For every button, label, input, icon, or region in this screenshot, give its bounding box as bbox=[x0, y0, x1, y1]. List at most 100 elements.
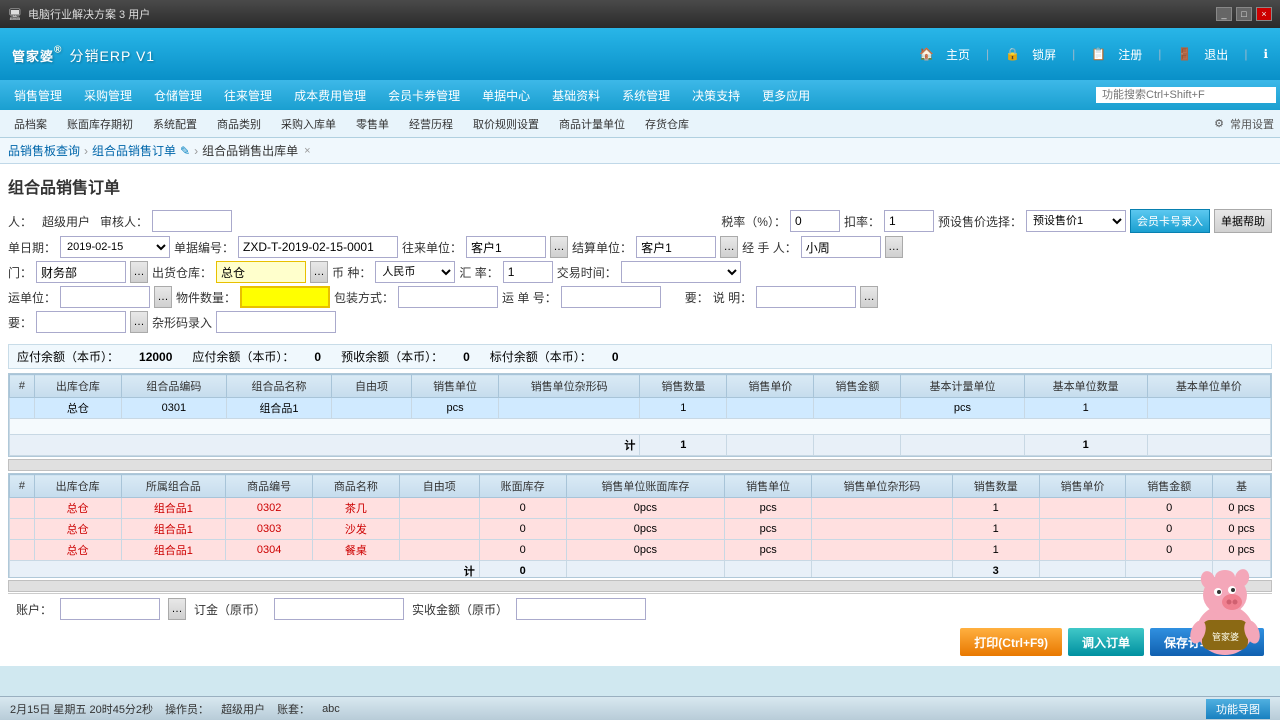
toolbar-product-archive[interactable]: 品档案 bbox=[6, 114, 55, 134]
dept-btn[interactable]: … bbox=[130, 261, 148, 283]
to-unit-input[interactable] bbox=[466, 236, 546, 258]
lower-td-num-3 bbox=[10, 540, 35, 561]
close-btn[interactable]: × bbox=[1256, 7, 1272, 21]
nav-transactions[interactable]: 往来管理 bbox=[214, 83, 282, 108]
nav-member[interactable]: 会员卡券管理 bbox=[378, 83, 470, 108]
status-account-label: 账套： bbox=[277, 701, 310, 717]
lower-th-sale-unit-code: 销售单位杂形码 bbox=[812, 475, 953, 498]
nav-sales[interactable]: 销售管理 bbox=[4, 83, 72, 108]
upper-td-sale-price bbox=[727, 398, 814, 419]
order-num-input[interactable] bbox=[238, 236, 398, 258]
lower-td-unit-stock-3: 0pcs bbox=[566, 540, 725, 561]
remark-btn[interactable]: … bbox=[860, 286, 878, 308]
print-btn[interactable]: 打印(Ctrl+F9) bbox=[960, 628, 1062, 656]
upper-table-footer: 计 1 1 bbox=[10, 435, 1271, 456]
operator-person-input[interactable] bbox=[801, 236, 881, 258]
remark-abbr-label: 要： bbox=[685, 289, 709, 306]
nav-more[interactable]: 更多应用 bbox=[752, 83, 820, 108]
maximize-btn[interactable]: □ bbox=[1236, 7, 1252, 21]
nav-purchase[interactable]: 采购管理 bbox=[74, 83, 142, 108]
settle-unit-input[interactable] bbox=[636, 236, 716, 258]
breadcrumb-combo-sales[interactable]: 组合品销售订单 bbox=[92, 142, 176, 159]
barcode-input[interactable] bbox=[216, 311, 336, 333]
remark2-btn[interactable]: … bbox=[130, 311, 148, 333]
help-btn[interactable]: 单据帮助 bbox=[1214, 209, 1272, 233]
remark2-input[interactable] bbox=[36, 311, 126, 333]
actual-amount-input[interactable] bbox=[516, 598, 646, 620]
breadcrumb-close-btn[interactable]: × bbox=[304, 145, 310, 157]
toolbar-sys-config[interactable]: 系统配置 bbox=[145, 114, 205, 134]
receivable-label: 应付余额（本币）： bbox=[192, 348, 294, 365]
pack-method-input[interactable] bbox=[398, 286, 498, 308]
upper-th-base-price: 基本单位单价 bbox=[1147, 375, 1270, 398]
currency-select[interactable]: 人民币 bbox=[375, 261, 455, 283]
home-link[interactable]: 主页 bbox=[946, 46, 970, 63]
warehouse-input[interactable] bbox=[216, 261, 306, 283]
nav-orders[interactable]: 单据中心 bbox=[472, 83, 540, 108]
ship-unit-btn[interactable]: … bbox=[154, 286, 172, 308]
nav-basic[interactable]: 基础资料 bbox=[542, 83, 610, 108]
dept-input[interactable] bbox=[36, 261, 126, 283]
pending-value: 0 bbox=[612, 350, 619, 364]
nav-system[interactable]: 系统管理 bbox=[612, 83, 680, 108]
logout-link[interactable]: 退出 bbox=[1204, 46, 1228, 63]
minimize-btn[interactable]: _ bbox=[1216, 7, 1232, 21]
settle-unit-btn[interactable]: … bbox=[720, 236, 738, 258]
upper-table: # 出库仓库 组合品编码 组合品名称 自由项 销售单位 销售单位杂形码 销售数量… bbox=[9, 374, 1271, 456]
date-select[interactable]: 2019-02-15 bbox=[60, 236, 170, 258]
lower-table-row-3[interactable]: 总仓 组合品1 0304 餐桌 0 0pcs pcs 1 0 0 pcs bbox=[10, 540, 1271, 561]
exchange-input[interactable] bbox=[503, 261, 553, 283]
window-icon: 🖥 bbox=[8, 8, 22, 21]
order-amount-input[interactable] bbox=[274, 598, 404, 620]
toolbar-account-init[interactable]: 账面库存期初 bbox=[59, 114, 141, 134]
nav-search-input[interactable] bbox=[1096, 87, 1276, 103]
item-count-input[interactable] bbox=[240, 286, 330, 308]
lower-hscroll[interactable] bbox=[8, 580, 1272, 592]
order-num-label: 单据编号： bbox=[174, 239, 234, 256]
member-card-btn[interactable]: 会员卡号录入 bbox=[1130, 209, 1210, 233]
upper-table-row[interactable]: 总仓 0301 组合品1 pcs 1 pcs 1 bbox=[10, 398, 1271, 419]
lower-td-combo-1: 组合品1 bbox=[121, 498, 226, 519]
lower-footer-base bbox=[1213, 561, 1271, 579]
trade-time-label: 交易时间： bbox=[557, 264, 617, 281]
ship-unit-input[interactable] bbox=[60, 286, 150, 308]
lower-table-row-1[interactable]: 总仓 组合品1 0302 茶几 0 0pcs pcs 1 0 0 pcs bbox=[10, 498, 1271, 519]
toolbar-purchase-entry[interactable]: 采购入库单 bbox=[273, 114, 344, 134]
lower-td-sale-qty-1: 1 bbox=[952, 498, 1039, 519]
remark-input[interactable] bbox=[756, 286, 856, 308]
toolbar-inventory[interactable]: 存货仓库 bbox=[637, 114, 697, 134]
discount-input[interactable] bbox=[884, 210, 934, 232]
nav-decision[interactable]: 决策支持 bbox=[682, 83, 750, 108]
lock-link[interactable]: 锁屏 bbox=[1032, 46, 1056, 63]
to-unit-btn[interactable]: … bbox=[550, 236, 568, 258]
pack-method-label: 包装方式： bbox=[334, 289, 394, 306]
upper-hscroll[interactable] bbox=[8, 459, 1272, 471]
lower-table-row-2[interactable]: 总仓 组合品1 0303 沙发 0 0pcs pcs 1 0 0 pcs bbox=[10, 519, 1271, 540]
nav-warehouse[interactable]: 仓储管理 bbox=[144, 83, 212, 108]
actual-amount-label: 实收金额（原币） bbox=[412, 601, 508, 618]
operator-person-btn[interactable]: … bbox=[885, 236, 903, 258]
toolbar-uom[interactable]: 商品计量单位 bbox=[551, 114, 633, 134]
toolbar-price-rule[interactable]: 取价规则设置 bbox=[465, 114, 547, 134]
import-btn[interactable]: 调入订单 bbox=[1068, 628, 1144, 656]
price-select[interactable]: 预设售价1 bbox=[1026, 210, 1126, 232]
ship-no-input[interactable] bbox=[561, 286, 661, 308]
account-btn[interactable]: … bbox=[168, 598, 186, 620]
toolbar-history[interactable]: 经营历程 bbox=[401, 114, 461, 134]
tax-rate-input[interactable] bbox=[790, 210, 840, 232]
help-map-btn[interactable]: 功能导图 bbox=[1206, 699, 1270, 719]
toolbar-product-category[interactable]: 商品类别 bbox=[209, 114, 269, 134]
account-input[interactable] bbox=[60, 598, 160, 620]
register-link[interactable]: 注册 bbox=[1118, 46, 1142, 63]
save-btn[interactable]: 保存订单（F6） bbox=[1150, 628, 1264, 656]
breadcrumb-sales-query[interactable]: 品销售板查询 bbox=[8, 142, 80, 159]
toolbar-retail[interactable]: 零售单 bbox=[348, 114, 397, 134]
toolbar-settings[interactable]: ⚙ 常用设置 bbox=[1214, 116, 1274, 132]
trade-time-select[interactable] bbox=[621, 261, 741, 283]
lower-footer-label: 计 bbox=[10, 561, 480, 579]
review-input[interactable] bbox=[152, 210, 232, 232]
nav-cost[interactable]: 成本费用管理 bbox=[284, 83, 376, 108]
lower-th-product-name: 商品名称 bbox=[313, 475, 400, 498]
warehouse-btn[interactable]: … bbox=[310, 261, 328, 283]
lower-td-stock-2: 0 bbox=[479, 519, 566, 540]
